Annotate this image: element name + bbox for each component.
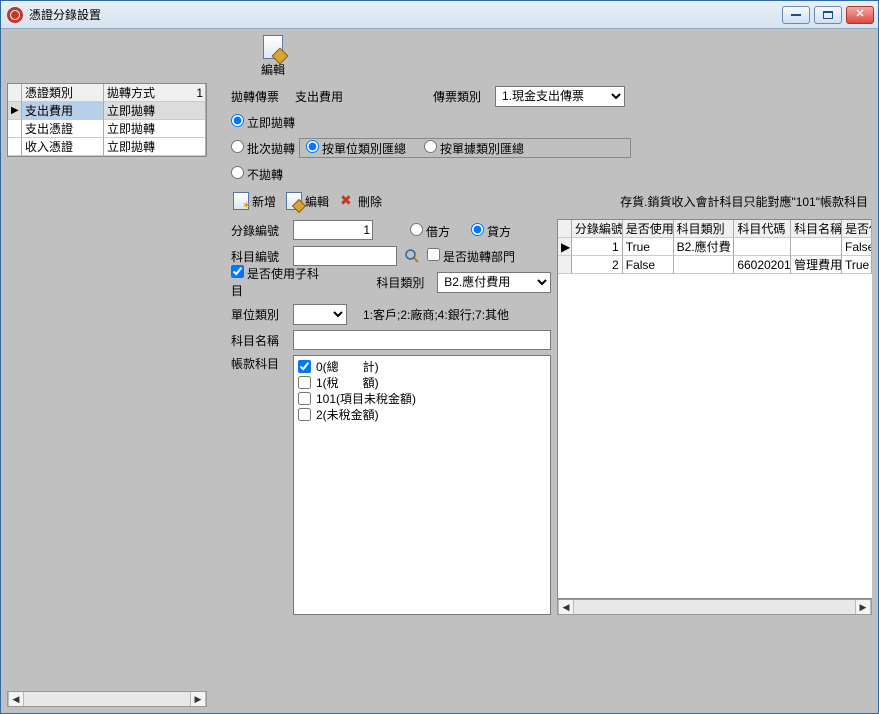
sum-by-bill-radio[interactable]: 按單據類別匯總 [424, 140, 524, 157]
list-item[interactable]: 2(未稅金額) [298, 406, 546, 422]
col-voucher-type: 憑證類別 [22, 84, 104, 102]
unit-type-hint: 1:客戶;2:廠商;4:銀行;7:其他 [363, 306, 509, 323]
grid-corner [558, 220, 572, 238]
row-count-badge: 1 [196, 85, 203, 101]
edit-button[interactable]: 編輯 [284, 191, 331, 211]
unit-type-label: 單位類別 [231, 306, 287, 323]
table-row[interactable]: 支出憑證立即拋轉 [8, 120, 206, 138]
new-icon [233, 192, 249, 210]
top-toolbar: 編輯 [213, 35, 872, 83]
debit-radio[interactable]: 借方 [405, 220, 450, 240]
post-immediate-radio[interactable]: 立即拋轉 [231, 114, 295, 131]
acct-lookup-button[interactable] [403, 247, 421, 265]
entry-no-input[interactable] [293, 220, 373, 240]
table-row[interactable]: 收入憑證立即拋轉 [8, 138, 206, 156]
titlebar: 憑證分錄設置 ✕ [1, 1, 878, 29]
edit-icon [263, 35, 283, 59]
use-sub-acct-checkbox[interactable]: 是否使用子科目 [231, 265, 329, 299]
table-row[interactable]: ▶支出費用立即拋轉 [8, 102, 206, 120]
grid-horizontal-scrollbar[interactable]: ◀ ▶ [557, 599, 872, 615]
post-doc-label: 拋轉傳票 [231, 88, 287, 105]
acct-type-label: 科目類別 [376, 274, 431, 291]
minimize-button[interactable] [782, 6, 810, 24]
col-entry-no: 分錄編號 [572, 220, 623, 238]
edit-large-button[interactable]: 編輯 [253, 35, 293, 78]
doc-type-select[interactable]: 1.現金支出傳票 [495, 86, 625, 107]
doc-type-label: 傳票類別 [433, 88, 489, 105]
amount-acct-label: 帳款科目 [231, 355, 287, 372]
table-row[interactable]: ▶1TrueB2.應付費False [558, 238, 872, 256]
table-corner [8, 84, 22, 102]
col-is-used: 是否使用 [623, 220, 674, 238]
scroll-right-icon[interactable]: ▶ [855, 600, 871, 614]
scroll-right-icon[interactable]: ▶ [190, 692, 206, 706]
voucher-type-table[interactable]: 憑證類別 拋轉方式 1 ▶支出費用立即拋轉支出憑證立即拋轉收入憑證立即拋轉 [7, 83, 207, 157]
list-item[interactable]: 0(總 計) [298, 358, 546, 374]
app-icon [7, 7, 23, 23]
post-batch-radio[interactable]: 批次拋轉 [231, 140, 295, 157]
col-acct-type: 科目類別 [674, 220, 735, 238]
window-title: 憑證分錄設置 [29, 6, 782, 23]
col-post-mode: 拋轉方式 1 [104, 84, 206, 102]
entries-grid[interactable]: 分錄編號 是否使用 科目類別 科目代碼 科目名稱 是否使▲ ▶1TrueB2.應… [557, 219, 872, 615]
acct-no-input[interactable] [293, 246, 397, 266]
col-flag: 是否使▲ [842, 220, 872, 238]
col-acct-code: 科目代碼 [734, 220, 791, 238]
table-row[interactable]: 2False66020201管理費用True [558, 256, 872, 274]
acct-name-input[interactable] [293, 330, 551, 350]
scroll-left-icon[interactable]: ◀ [8, 692, 24, 706]
entry-toolbar: 新增 編輯 刪除 存貨.銷貨收入會計科目只能對應"101"帳款科目 [231, 191, 872, 211]
entry-no-label: 分錄編號 [231, 222, 287, 239]
unit-type-select[interactable] [293, 304, 347, 325]
entry-form: 分錄編號 借方 貸方 科目編號 是否拋轉部門 [231, 219, 551, 615]
right-pane: 編輯 拋轉傳票 支出費用 傳票類別 1.現金支出傳票 立即拋轉 批次拋 [207, 35, 872, 707]
amount-account-listbox[interactable]: 0(總 計)1(稅 額)101(項目未稅金額)2(未稅金額) [293, 355, 551, 615]
scroll-left-icon[interactable]: ◀ [558, 600, 574, 614]
post-doc-value: 支出費用 [295, 88, 385, 105]
edit-large-label: 編輯 [261, 61, 285, 78]
delete-icon [339, 192, 355, 210]
edit-small-icon [286, 192, 302, 210]
post-none-radio[interactable]: 不拋轉 [231, 166, 283, 183]
add-button[interactable]: 新增 [231, 191, 278, 211]
delete-button[interactable]: 刪除 [337, 191, 384, 211]
acct-name-label: 科目名稱 [231, 332, 287, 349]
sum-by-unit-radio[interactable]: 按單位類別匯總 [306, 140, 406, 157]
search-icon [404, 248, 420, 264]
acct-type-select[interactable]: B2.應付費用 [437, 272, 551, 293]
post-dept-checkbox[interactable]: 是否拋轉部門 [427, 248, 515, 265]
batch-options-group: 按單位類別匯總 按單據類別匯總 [299, 138, 631, 158]
maximize-button[interactable] [814, 6, 842, 24]
close-button[interactable]: ✕ [846, 6, 874, 24]
list-item[interactable]: 101(項目未稅金額) [298, 390, 546, 406]
col-acct-name: 科目名稱 [791, 220, 842, 238]
list-item[interactable]: 1(稅 額) [298, 374, 546, 390]
app-window: 憑證分錄設置 ✕ 憑證類別 拋轉方式 1 ▶支出費用立即拋轉支出憑證立即拋轉收入… [0, 0, 879, 714]
acct-no-label: 科目編號 [231, 248, 287, 265]
credit-radio[interactable]: 貸方 [466, 220, 511, 240]
left-pane: 憑證類別 拋轉方式 1 ▶支出費用立即拋轉支出憑證立即拋轉收入憑證立即拋轉 ◀ … [7, 35, 207, 707]
left-horizontal-scrollbar[interactable]: ◀ ▶ [7, 691, 207, 707]
account-tip-text: 存貨.銷貨收入會計科目只能對應"101"帳款科目 [620, 193, 872, 210]
